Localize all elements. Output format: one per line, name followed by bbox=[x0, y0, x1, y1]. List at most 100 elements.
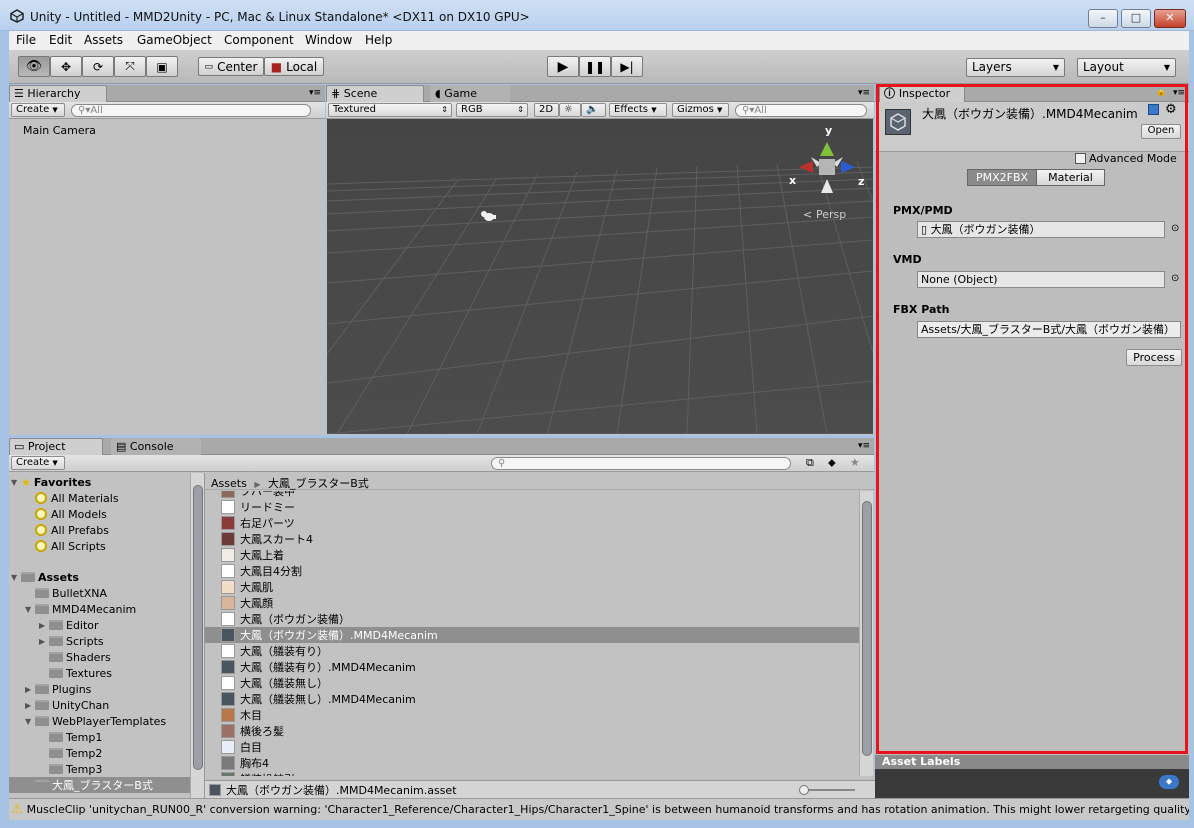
file-item[interactable]: フバー装中 bbox=[205, 491, 860, 499]
breadcrumb-folder[interactable]: 大鳳_ブラスターB式 bbox=[268, 477, 369, 490]
file-item[interactable]: 大鳳スカート4 bbox=[205, 531, 860, 547]
maximize-button[interactable]: □ bbox=[1121, 9, 1151, 28]
tree-folder-item[interactable]: Temp3 bbox=[39, 761, 102, 777]
favorite-all-models[interactable]: All Models bbox=[35, 506, 107, 522]
tab-game[interactable]: ◖ Game bbox=[430, 85, 510, 102]
filter-type-icon[interactable]: ⧉ bbox=[806, 456, 814, 470]
tree-folder-item[interactable]: ▼ WebPlayerTemplates bbox=[25, 713, 166, 729]
assets-root[interactable]: ▼ Assets bbox=[11, 569, 79, 585]
favorite-all-materials[interactable]: All Materials bbox=[35, 490, 119, 506]
scene-viewport[interactable]: y x z < Persp bbox=[327, 119, 873, 434]
zoom-slider[interactable] bbox=[799, 785, 855, 795]
status-bar[interactable]: ⚠ MuscleClip 'unitychan_RUN00_R' convers… bbox=[9, 798, 1189, 820]
color-mode-dropdown[interactable]: RGB ⇕ bbox=[456, 103, 528, 117]
open-button[interactable]: Open bbox=[1141, 124, 1181, 139]
file-item[interactable]: 横後ろ髪 bbox=[205, 723, 860, 739]
file-item[interactable]: 大鳳（ボウガン装備）.MMD4Mecanim bbox=[205, 627, 860, 643]
tab-project[interactable]: ▭ Project bbox=[9, 438, 103, 455]
file-item[interactable]: 胸布4 bbox=[205, 755, 860, 771]
step-button[interactable]: ▶| bbox=[611, 56, 643, 77]
tree-scrollbar[interactable] bbox=[190, 473, 204, 798]
filter-label-icon[interactable]: ⬥ bbox=[828, 456, 836, 470]
file-item[interactable]: 木目 bbox=[205, 707, 860, 723]
scene-search-input[interactable]: ⚲▾All bbox=[735, 104, 867, 117]
tree-folder-item[interactable]: BulletXNA bbox=[25, 585, 107, 601]
tree-folder-item[interactable]: Shaders bbox=[39, 649, 111, 665]
tree-folder-item[interactable]: ▶ Plugins bbox=[25, 681, 91, 697]
object-picker-icon[interactable]: ⊙ bbox=[1171, 223, 1179, 234]
tab-scene[interactable]: ⋕ Scene bbox=[326, 85, 424, 102]
file-item[interactable]: 大鳳（艤装無し）.MMD4Mecanim bbox=[205, 691, 860, 707]
rect-tool-button[interactable]: ▣ bbox=[146, 56, 178, 77]
tree-folder-item[interactable]: Temp1 bbox=[39, 729, 102, 745]
project-search-input[interactable]: ⚲ bbox=[491, 457, 791, 470]
file-item[interactable]: 大鳳顔 bbox=[205, 595, 860, 611]
layers-dropdown[interactable]: Layers ▼ bbox=[966, 58, 1065, 77]
scrollbar-thumb[interactable] bbox=[862, 501, 872, 756]
hierarchy-search-input[interactable]: ⚲▾All bbox=[71, 104, 311, 117]
menu-assets[interactable]: Assets bbox=[84, 33, 123, 47]
process-button[interactable]: Process bbox=[1126, 349, 1182, 366]
toggle-2d-button[interactable]: 2D bbox=[534, 103, 559, 117]
panel-menu-icon[interactable]: ▾≡ bbox=[1173, 88, 1185, 98]
favorite-star-icon[interactable]: ★ bbox=[850, 456, 860, 469]
help-book-icon[interactable] bbox=[1148, 104, 1159, 115]
object-picker-icon[interactable]: ⊙ bbox=[1171, 273, 1179, 284]
render-mode-dropdown[interactable]: Textured ⇕ bbox=[328, 103, 452, 117]
favorite-all-scripts[interactable]: All Scripts bbox=[35, 538, 106, 554]
pause-button[interactable]: ❚❚ bbox=[579, 56, 611, 77]
hierarchy-item[interactable]: Main Camera bbox=[23, 122, 96, 138]
minimize-button[interactable]: – bbox=[1088, 9, 1118, 28]
advanced-mode-toggle[interactable]: Advanced Mode bbox=[1075, 152, 1177, 165]
gizmos-dropdown[interactable]: Gizmos ▼ bbox=[672, 103, 729, 117]
tag-icon[interactable]: ⬥ bbox=[1159, 775, 1179, 789]
file-item[interactable]: 大鳳上着 bbox=[205, 547, 860, 563]
play-button[interactable]: ▶ bbox=[547, 56, 579, 77]
tree-folder-item[interactable]: ▶ Scripts bbox=[39, 633, 104, 649]
tree-folder-item[interactable]: ▼ MMD4Mecanim bbox=[25, 601, 136, 617]
file-item[interactable]: 大鳳（ボウガン装備） bbox=[205, 611, 860, 627]
scene-lighting-button[interactable]: ☼ bbox=[559, 103, 581, 117]
fbx-path-field[interactable]: Assets/大鳳_ブラスターB式/大鳳（ボウガン装備） bbox=[917, 321, 1181, 338]
tab-inspector[interactable]: ⓘ Inspector bbox=[879, 85, 965, 102]
breadcrumb-root[interactable]: Assets bbox=[211, 477, 247, 490]
scene-audio-button[interactable]: 🔈 bbox=[581, 103, 606, 117]
file-item[interactable]: リードミー bbox=[205, 499, 860, 515]
menu-edit[interactable]: Edit bbox=[49, 33, 72, 47]
pivot-center-button[interactable]: ▭ Center bbox=[198, 57, 264, 76]
tab-hierarchy[interactable]: ☰ Hierarchy bbox=[9, 85, 107, 102]
tree-folder-item[interactable]: 大鳳_ブラスターB式 bbox=[9, 777, 190, 793]
tree-folder-item[interactable]: Textures bbox=[39, 665, 112, 681]
file-list-scrollbar[interactable] bbox=[859, 491, 873, 776]
rotate-tool-button[interactable]: ⟳ bbox=[82, 56, 114, 77]
panel-menu-icon[interactable]: ▾≡ bbox=[309, 88, 321, 98]
file-item[interactable]: 大鳳（艤装有り）.MMD4Mecanim bbox=[205, 659, 860, 675]
persp-label[interactable]: Persp bbox=[816, 208, 846, 221]
project-create-button[interactable]: Create ▼ bbox=[11, 456, 65, 470]
scale-tool-button[interactable]: ⤧ bbox=[114, 56, 146, 77]
file-item[interactable]: 大鳳目4分割 bbox=[205, 563, 860, 579]
scrollbar-thumb[interactable] bbox=[193, 485, 203, 770]
panel-menu-icon[interactable]: ▾≡ bbox=[858, 88, 870, 98]
checkbox[interactable] bbox=[1075, 153, 1086, 164]
tree-folder-item[interactable]: ▶ Editor bbox=[39, 617, 99, 633]
effects-dropdown[interactable]: Effects ▼ bbox=[609, 103, 667, 117]
gear-icon[interactable]: ⚙ bbox=[1165, 102, 1177, 117]
file-item[interactable]: 右足パーツ bbox=[205, 515, 860, 531]
close-button[interactable]: ✕ bbox=[1154, 9, 1186, 28]
menu-gameobject[interactable]: GameObject bbox=[137, 33, 212, 47]
tab-console[interactable]: ▤ Console bbox=[111, 438, 201, 455]
lock-icon[interactable]: 🔒 bbox=[1156, 87, 1167, 97]
file-item[interactable]: 大鳳（艤装有り） bbox=[205, 643, 860, 659]
zoom-slider-handle[interactable] bbox=[799, 785, 809, 795]
tree-folder-item[interactable]: Temp2 bbox=[39, 745, 102, 761]
vmd-object-field[interactable]: None (Object) bbox=[917, 271, 1165, 288]
favorite-all-prefabs[interactable]: All Prefabs bbox=[35, 522, 109, 538]
file-item[interactable]: 白目 bbox=[205, 739, 860, 755]
file-item[interactable]: 艤装操舵引 bbox=[205, 771, 860, 776]
hierarchy-create-button[interactable]: Create ▼ bbox=[11, 103, 65, 117]
pivot-local-button[interactable]: ■ Local bbox=[264, 57, 324, 76]
menu-help[interactable]: Help bbox=[365, 33, 392, 47]
menu-window[interactable]: Window bbox=[305, 33, 352, 47]
panel-menu-icon[interactable]: ▾≡ bbox=[858, 441, 870, 451]
